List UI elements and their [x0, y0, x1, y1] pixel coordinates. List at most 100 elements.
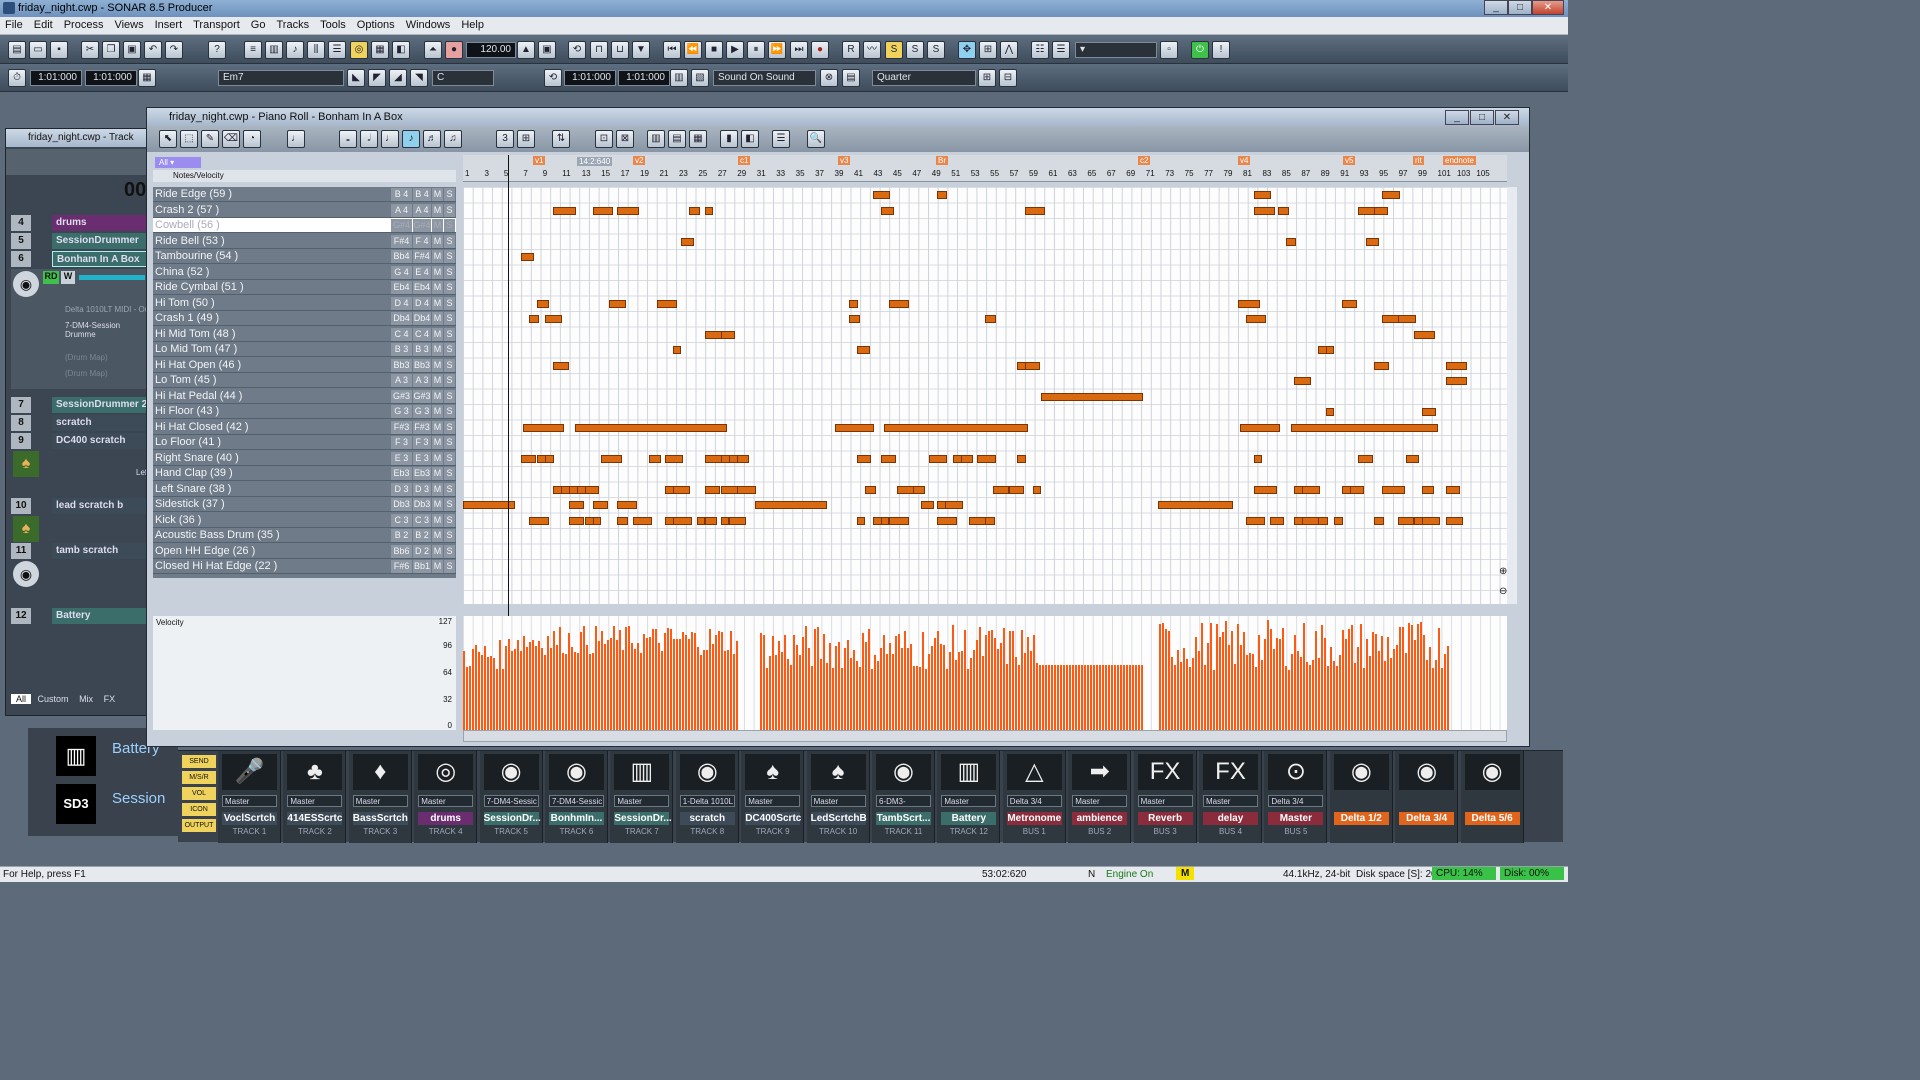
velocity-bar[interactable]: [925, 668, 927, 730]
velocity-bar[interactable]: [724, 650, 726, 730]
transpose-icon-2[interactable]: ◤: [368, 69, 386, 87]
velocity-bar[interactable]: [1186, 658, 1188, 730]
velocity-bar[interactable]: [1285, 665, 1287, 730]
output-note[interactable]: G#3: [413, 389, 431, 403]
midi-note[interactable]: [681, 237, 694, 246]
drum-key-row[interactable]: Tambourine (54 ) Bb4 F#4 M S: [153, 249, 456, 264]
velocity-bar[interactable]: [838, 642, 840, 730]
midi-note[interactable]: [617, 501, 637, 509]
velocity-bar[interactable]: [874, 654, 876, 730]
drum-key-row[interactable]: China (52 ) G 4E 4MS: [153, 265, 456, 280]
midi-note[interactable]: [937, 191, 947, 199]
sixteenth-note-icon[interactable]: ♬: [423, 130, 441, 148]
tempo-record-icon[interactable]: ●: [445, 41, 463, 59]
tab-all[interactable]: All: [11, 694, 32, 704]
velocity-bar[interactable]: [1435, 660, 1437, 730]
midi-note[interactable]: [697, 516, 705, 525]
output-note[interactable]: Db4: [413, 312, 431, 325]
velocity-bar[interactable]: [886, 654, 888, 730]
marker-flag[interactable]: Br: [936, 156, 948, 165]
console-strip[interactable]: FX Master Reverb BUS 3: [1133, 751, 1197, 843]
velocity-bar[interactable]: [1165, 629, 1167, 730]
velocity-bar[interactable]: [1210, 623, 1212, 730]
velocity-bar[interactable]: [1387, 637, 1389, 730]
console-strip[interactable]: ♣ Master 414ESScrtc TRACK 2: [283, 751, 347, 843]
velocity-bar[interactable]: [1108, 665, 1110, 730]
vertical-scrollbar[interactable]: [1507, 187, 1517, 604]
velocity-bar[interactable]: [1201, 623, 1203, 730]
midi-note[interactable]: [617, 516, 628, 525]
input-note[interactable]: F#6: [391, 560, 412, 573]
velocity-bar[interactable]: [940, 644, 942, 730]
velocity-bar[interactable]: [1231, 630, 1233, 730]
console-icon[interactable]: ⫼: [307, 41, 325, 59]
midi-note[interactable]: [705, 516, 717, 525]
event-list-icon[interactable]: ☰: [328, 41, 346, 59]
velocity-bar[interactable]: [580, 631, 582, 730]
scrub-icon[interactable]: 〰: [863, 41, 881, 59]
velocity-bar[interactable]: [556, 644, 558, 730]
velocity-bar[interactable]: [835, 645, 837, 730]
velocity-bar[interactable]: [943, 644, 945, 730]
velocity-bar[interactable]: [1060, 665, 1062, 730]
drum-key-row[interactable]: Ride Edge (59 ) B 4B 4MS: [153, 187, 456, 202]
output-note[interactable]: A 3: [413, 374, 431, 387]
velocity-bar[interactable]: [466, 666, 468, 730]
output-dropdown[interactable]: 6-DM3-: [876, 795, 931, 807]
velocity-bar[interactable]: [1252, 654, 1254, 730]
maximize-button[interactable]: □: [1508, 0, 1532, 15]
console-strip[interactable]: ▥ Master Battery TRACK 12: [937, 751, 1001, 843]
midi-note[interactable]: [857, 346, 870, 354]
velocity-bar[interactable]: [1363, 667, 1365, 730]
velocity-bar[interactable]: [1294, 634, 1296, 730]
velocity-bar[interactable]: [676, 639, 678, 730]
drum-key-row[interactable]: Hi Floor (43 ) G 3G 3MS: [153, 404, 456, 419]
menu-go[interactable]: Go: [246, 17, 272, 31]
velocity-bar[interactable]: [1264, 638, 1266, 730]
velocity-bar[interactable]: [973, 649, 975, 730]
velocity-bar[interactable]: [1321, 625, 1323, 730]
velocity-bar[interactable]: [571, 647, 573, 730]
velocity-bar[interactable]: [1309, 665, 1311, 730]
midi-note[interactable]: [1254, 191, 1271, 199]
velocity-bar[interactable]: [733, 653, 735, 730]
velocity-bar[interactable]: [904, 630, 906, 730]
velocity-bar[interactable]: [1417, 623, 1419, 730]
smart-tool-icon[interactable]: ⬉: [159, 130, 177, 148]
strip-name[interactable]: delay: [1203, 812, 1258, 825]
velocity-bar[interactable]: [1084, 665, 1086, 730]
midi-note[interactable]: [1350, 485, 1364, 494]
input-note[interactable]: B 4: [391, 188, 412, 201]
velocity-bar[interactable]: [520, 650, 522, 730]
midi-note[interactable]: [593, 206, 613, 215]
velocity-bar[interactable]: [1174, 665, 1176, 730]
metronome-toggle-icon[interactable]: ⏶: [424, 41, 442, 59]
velocity-bar[interactable]: [1129, 665, 1131, 730]
midi-note[interactable]: [1246, 516, 1265, 525]
solo-button-2[interactable]: S: [906, 41, 924, 59]
snap-grid-icon[interactable]: ⊞: [517, 130, 535, 148]
track-name[interactable]: tamb scratch: [52, 543, 151, 559]
console-view-button[interactable]: M/S/R: [182, 771, 216, 784]
velocity-bar[interactable]: [823, 634, 825, 730]
midi-note[interactable]: [1326, 346, 1334, 354]
output-note[interactable]: Eb4: [413, 281, 431, 294]
key-mute-button[interactable]: M: [432, 250, 443, 263]
half-note-icon[interactable]: 𝅗𝅥: [360, 130, 378, 148]
input-note[interactable]: G 3: [391, 405, 412, 418]
output-note[interactable]: A 4: [413, 203, 431, 217]
velocity-bar[interactable]: [1369, 655, 1371, 730]
track-row[interactable]: 7 SessionDrummer 2: [11, 397, 151, 413]
velocity-bar[interactable]: [1027, 637, 1029, 730]
velocity-bar[interactable]: [1138, 665, 1140, 730]
pause-icon[interactable]: ⏸: [747, 41, 765, 59]
track-name[interactable]: Battery: [52, 608, 151, 624]
velocity-bar[interactable]: [763, 635, 765, 730]
key-solo-button[interactable]: S: [444, 389, 455, 403]
velocity-bar[interactable]: [841, 667, 843, 730]
key-solo-button[interactable]: S: [444, 312, 455, 325]
velocity-bar[interactable]: [1132, 665, 1134, 730]
input-note[interactable]: C 3: [391, 513, 412, 527]
output-note[interactable]: G 3: [413, 405, 431, 418]
velocity-bar[interactable]: [574, 652, 576, 730]
